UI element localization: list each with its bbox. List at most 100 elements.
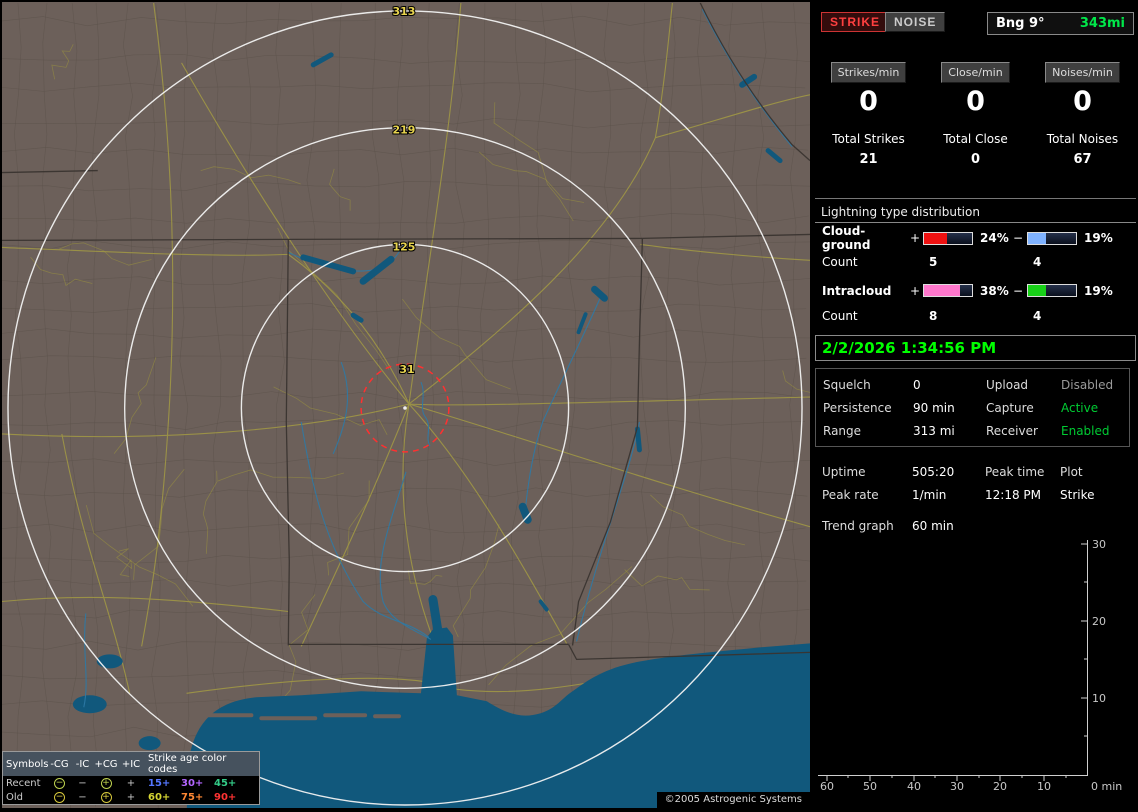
cg-minus-count: 4 <box>1033 254 1042 269</box>
stats-section: Uptime 505:20 Peak time Plot Peak rate 1… <box>815 460 1136 537</box>
intracloud-label: Intracloud <box>822 283 892 298</box>
legend-col-neg-ic: -IC <box>75 758 90 770</box>
close-per-min-button[interactable]: Close/min <box>941 62 1010 83</box>
cg-plus-count: 5 <box>929 254 938 269</box>
status-box: Squelch 0 Upload Disabled Persistence 90… <box>815 368 1130 447</box>
age-60: 60+ <box>148 791 171 803</box>
close-per-min-value: 0 <box>966 86 985 117</box>
uptime-value: 505:20 <box>912 464 955 479</box>
noise-button[interactable]: NOISE <box>885 12 946 32</box>
ring-label-219: 219 <box>393 124 416 137</box>
ic-plus-pct: 38% <box>980 283 1009 298</box>
strikes-per-min-value: 0 <box>859 86 878 117</box>
plot-value: Strike <box>1060 487 1095 502</box>
legend-col-pos-cg: +CG <box>94 758 118 770</box>
ic-plus-bar <box>923 284 973 297</box>
svg-text:30: 30 <box>1092 538 1106 551</box>
cg-minus-bar <box>1027 231 1077 245</box>
x-axis-labels: 60 50 40 30 20 10 <box>820 780 1051 793</box>
neg-cg-recent-icon: − <box>54 778 65 789</box>
minus-sign: − <box>1013 283 1024 298</box>
cg-count-row: Count 5 4 <box>815 249 1138 274</box>
svg-text:10: 10 <box>1037 780 1051 793</box>
map-canvas: 313 219 125 31 <box>2 2 810 808</box>
svg-text:10: 10 <box>1092 692 1106 705</box>
legend-old-label: Old <box>6 791 23 803</box>
datetime-box: 2/2/2026 1:34:56 PM <box>815 335 1136 361</box>
neg-ic-recent-icon: − <box>78 777 87 789</box>
bearing-range-value: 343mi <box>1079 16 1125 31</box>
neg-cg-old-icon: − <box>54 792 65 803</box>
ring-label-313: 313 <box>393 5 416 18</box>
cg-count-label: Count <box>822 254 858 269</box>
total-close-value: 0 <box>970 152 981 167</box>
uptime-label: Uptime <box>822 464 866 479</box>
legend-col-pos-ic: +IC <box>121 758 141 770</box>
upload-label: Upload <box>986 377 1029 392</box>
legend-recent-label: Recent <box>6 777 41 789</box>
intracloud-row: Intracloud + 38% − 19% <box>815 278 1138 303</box>
trend-graph-label: Trend graph <box>822 518 894 533</box>
axis-ticks <box>826 543 1087 781</box>
legend-age-header: Strike age color codes <box>148 753 227 775</box>
squelch-label: Squelch <box>823 377 871 392</box>
receiver-location-dot <box>403 406 407 410</box>
pos-cg-recent-icon: + <box>100 778 112 789</box>
noises-per-min-button[interactable]: Noises/min <box>1045 62 1120 83</box>
legend-row-recent: Recent − − + + 15+ 30+ 45+ <box>3 776 259 790</box>
receiver-value: Enabled <box>1061 423 1110 438</box>
range-value: 313 mi <box>913 423 955 438</box>
pos-ic-old-icon: + <box>126 791 136 803</box>
persistence-label: Persistence <box>823 400 892 415</box>
divider <box>815 198 1136 199</box>
svg-text:60: 60 <box>820 780 834 793</box>
age-75: 75+ <box>181 791 204 803</box>
svg-text:20: 20 <box>993 780 1007 793</box>
strikes-per-min-button[interactable]: Strikes/min <box>830 62 907 83</box>
peak-rate-value: 1/min <box>912 487 947 502</box>
legend-row-old: Old − − + + 60+ 75+ 90+ <box>3 790 259 804</box>
total-noises-value: 67 <box>1073 152 1092 167</box>
app-window: 313 219 125 31 Symbols -CG -IC +CG +IC S… <box>0 0 1138 812</box>
bearing-readout: Bng 9° 343mi <box>987 12 1134 35</box>
noises-per-min-value: 0 <box>1073 86 1092 117</box>
origin-label: 0 min <box>1091 780 1122 793</box>
ring-label-125: 125 <box>393 240 416 253</box>
legend-header: Symbols -CG -IC +CG +IC Strike age color… <box>3 752 259 776</box>
datetime-value: 2/2/2026 1:34:56 PM <box>822 339 997 357</box>
y-axis-labels: 30 20 10 <box>1092 538 1106 705</box>
plus-sign: + <box>910 231 921 245</box>
cg-plus-pct: 24% <box>980 231 1009 245</box>
total-strikes-label: Total Strikes <box>832 132 905 146</box>
strike-button[interactable]: STRIKE <box>821 12 890 32</box>
plus-sign: + <box>910 283 921 298</box>
peak-time-label: Peak time <box>985 464 1045 479</box>
svg-text:40: 40 <box>907 780 921 793</box>
capture-label: Capture <box>986 400 1034 415</box>
ic-count-row: Count 8 4 <box>815 303 1138 328</box>
symbols-legend: Symbols -CG -IC +CG +IC Strike age color… <box>2 751 260 805</box>
plot-label: Plot <box>1060 464 1083 479</box>
ic-count-label: Count <box>822 308 858 323</box>
capture-value: Active <box>1061 400 1099 415</box>
total-noises-label: Total Noises <box>1046 132 1119 146</box>
age-90: 90+ <box>214 791 237 803</box>
cloud-ground-row: Cloud-ground + 24% − 19% <box>815 224 1138 252</box>
status-panel: STRIKE NOISE Bng 9° 343mi Strikes/min Cl… <box>815 2 1136 810</box>
svg-text:20: 20 <box>1092 615 1106 628</box>
copyright-text: ©2005 Astrogenic Systems <box>656 792 810 808</box>
total-close-label: Total Close <box>943 132 1008 146</box>
trend-graph-value: 60 min <box>912 518 954 533</box>
age-30: 30+ <box>181 777 204 789</box>
svg-text:50: 50 <box>863 780 877 793</box>
pos-ic-recent-icon: + <box>126 777 136 789</box>
distribution-title: Lightning type distribution <box>815 205 1136 223</box>
svg-text:30: 30 <box>950 780 964 793</box>
persistence-value: 90 min <box>913 400 955 415</box>
strike-map[interactable]: 313 219 125 31 Symbols -CG -IC +CG +IC S… <box>2 2 810 808</box>
upload-value: Disabled <box>1061 377 1114 392</box>
ic-plus-count: 8 <box>929 308 938 323</box>
legend-col-neg-cg: -CG <box>50 758 69 770</box>
cg-plus-bar <box>923 231 973 245</box>
ic-minus-bar <box>1027 284 1077 297</box>
